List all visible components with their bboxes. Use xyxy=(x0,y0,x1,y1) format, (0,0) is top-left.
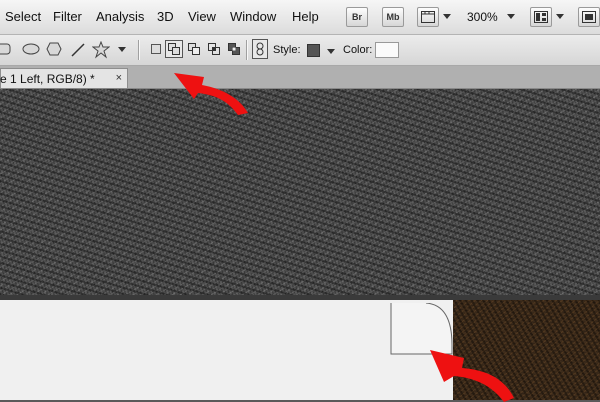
exclude-overlapping-icon xyxy=(228,43,240,55)
zoom-level[interactable]: 300% xyxy=(467,10,498,24)
rounded-rectangle-tool-icon[interactable] xyxy=(0,42,12,56)
wall-area xyxy=(0,300,453,400)
style-swatch[interactable] xyxy=(307,44,320,57)
polygon-tool-icon[interactable] xyxy=(46,42,62,56)
style-label: Style: xyxy=(273,44,301,56)
launch-bridge-button[interactable]: Br xyxy=(346,7,368,27)
menu-view[interactable]: View xyxy=(188,9,216,24)
stone-texture-area xyxy=(0,89,600,295)
options-separator xyxy=(138,40,140,60)
menu-filter[interactable]: Filter xyxy=(53,9,82,24)
menu-analysis[interactable]: Analysis xyxy=(96,9,144,24)
annotation-arrow-icon xyxy=(430,350,514,402)
intersect-shape-areas-icon xyxy=(208,43,220,55)
menu-select[interactable]: Select xyxy=(5,9,41,24)
menu-help[interactable]: Help xyxy=(292,9,319,24)
add-to-shape-area-icon xyxy=(168,43,180,55)
arrange-dropdown-icon[interactable] xyxy=(556,14,564,19)
arrange-documents-icon xyxy=(534,11,548,23)
subtract-shape-area-icon xyxy=(188,43,200,55)
view-extras-icon xyxy=(421,11,435,23)
screen-mode-button[interactable] xyxy=(578,7,600,27)
menu-3d[interactable]: 3D xyxy=(157,9,174,24)
line-tool-icon[interactable] xyxy=(70,42,86,58)
document-tab[interactable]: e 1 Left, RGB/8) * × xyxy=(0,68,128,88)
color-swatch[interactable] xyxy=(375,42,399,58)
color-label: Color: xyxy=(343,44,373,56)
view-extras-dropdown-icon[interactable] xyxy=(443,14,451,19)
menu-window[interactable]: Window xyxy=(230,9,276,24)
screen-mode-icon xyxy=(582,11,596,23)
ellipse-tool-icon[interactable] xyxy=(22,42,40,56)
document-tab-strip: e 1 Left, RGB/8) * × xyxy=(0,66,600,89)
menu-bar: Select Filter Analysis 3D View Window He… xyxy=(0,0,600,35)
new-shape-layer-icon xyxy=(151,44,161,54)
annotation-arrow-icon xyxy=(174,73,248,115)
view-extras-button[interactable] xyxy=(417,7,439,27)
options-bar: Style: Color: xyxy=(0,35,600,66)
close-document-icon[interactable]: × xyxy=(116,72,122,84)
link-icon xyxy=(256,42,264,56)
style-dropdown-icon[interactable] xyxy=(327,49,335,54)
custom-shape-dropdown-icon[interactable] xyxy=(118,47,126,52)
bridge-label: Br xyxy=(351,12,362,22)
mini-bridge-label: Mb xyxy=(386,12,400,22)
zoom-dropdown-icon[interactable] xyxy=(507,14,515,19)
custom-shape-tool-icon[interactable] xyxy=(92,41,110,59)
new-layer-mode-button[interactable] xyxy=(148,41,164,57)
arrange-documents-button[interactable] xyxy=(530,7,552,27)
launch-mini-bridge-button[interactable]: Mb xyxy=(382,7,404,27)
document-tab-title: e 1 Left, RGB/8) * xyxy=(0,72,95,86)
